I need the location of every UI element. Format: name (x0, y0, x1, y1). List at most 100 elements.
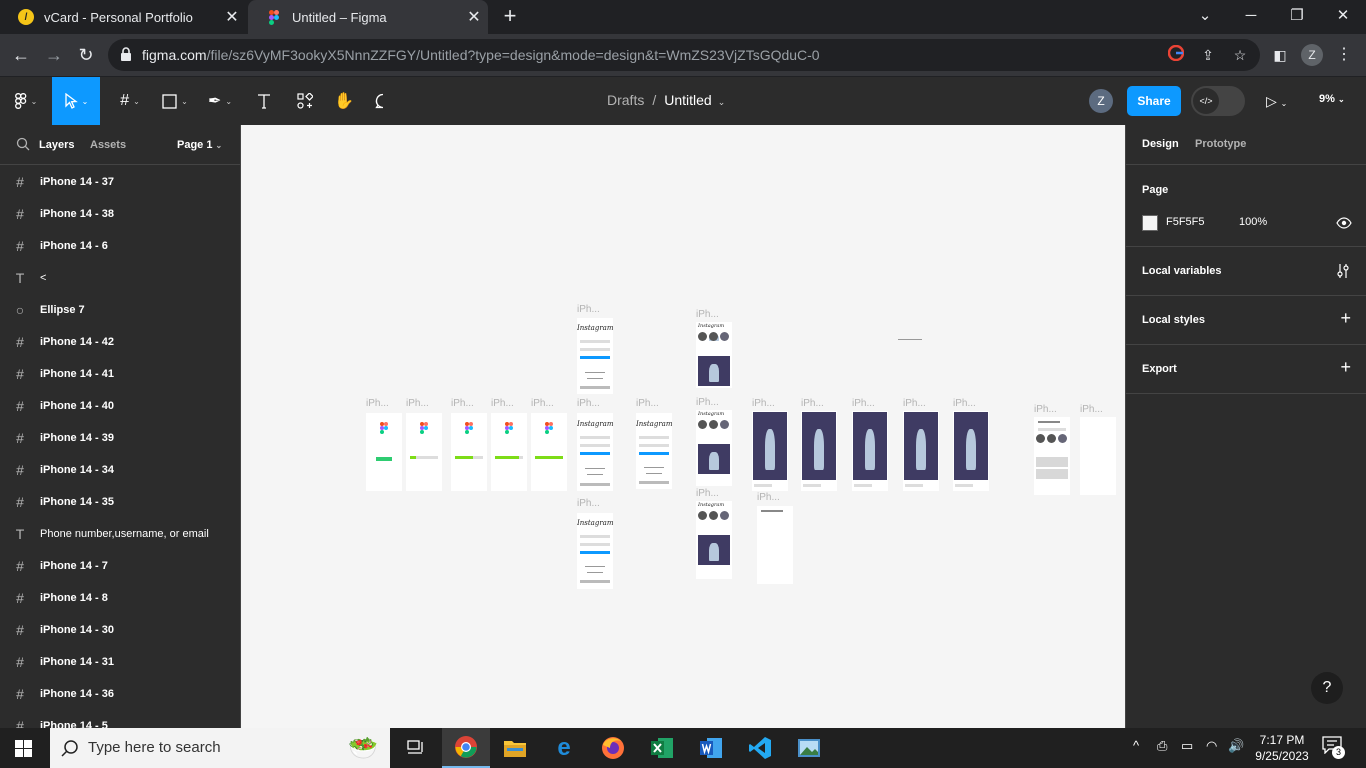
help-button[interactable]: ? (1311, 672, 1343, 704)
reel-frame[interactable] (903, 411, 939, 491)
share-button[interactable]: Share (1127, 86, 1181, 116)
forward-button[interactable]: → (39, 40, 69, 70)
tab-layers[interactable]: Layers (39, 139, 74, 151)
close-window-button[interactable]: ✕ (1320, 0, 1366, 34)
present-button[interactable]: ▷ ⌄ (1266, 89, 1302, 113)
frame-label[interactable]: iPh... (953, 398, 976, 409)
layer-row[interactable]: # iPhone 14 - 34 (0, 454, 240, 486)
browser-menu-icon[interactable]: ⋮ (1334, 44, 1354, 66)
dev-mode-toggle[interactable]: </> (1191, 86, 1245, 116)
close-tab-icon[interactable]: ✕ (218, 7, 246, 27)
search-icon[interactable] (16, 137, 30, 151)
frame-label[interactable]: iPh... (1034, 404, 1057, 415)
phone-frame[interactable] (406, 413, 442, 491)
frame-label[interactable]: iPh... (752, 398, 775, 409)
layer-row[interactable]: # iPhone 14 - 5 (0, 710, 240, 728)
tray-overflow-icon[interactable]: ^ (1133, 738, 1139, 753)
layer-row[interactable]: # iPhone 14 - 36 (0, 678, 240, 710)
move-tool-icon[interactable]: ⌄ (52, 77, 100, 125)
task-view-icon[interactable] (392, 728, 440, 768)
hand-tool-icon[interactable]: ✋ (324, 77, 364, 125)
layer-row[interactable]: # iPhone 14 - 30 (0, 614, 240, 646)
local-styles-section[interactable]: Local styles + (1126, 296, 1366, 345)
frame-label[interactable]: iPh... (903, 398, 926, 409)
browser-tab-vcard[interactable]: / vCard - Personal Portfolio ✕ (0, 0, 246, 34)
feed-frame[interactable]: Instagram (696, 322, 732, 388)
variables-settings-icon[interactable] (1335, 263, 1351, 279)
layer-row[interactable]: T Phone number,username, or email (0, 518, 240, 550)
reload-button[interactable]: ↻ (71, 40, 101, 70)
frame-tool-icon[interactable]: # ⌄ (110, 77, 150, 125)
phone-frame[interactable] (451, 413, 487, 491)
zoom-level[interactable]: 9% ⌄ (1319, 93, 1345, 105)
frame-label[interactable]: iPh... (577, 304, 600, 315)
browser-profile-avatar[interactable]: Z (1301, 44, 1323, 66)
user-avatar[interactable]: Z (1089, 89, 1113, 113)
close-tab-icon[interactable]: ✕ (460, 7, 488, 27)
start-button[interactable] (0, 728, 48, 768)
tab-assets[interactable]: Assets (90, 139, 126, 151)
layer-row[interactable]: ○ Ellipse 7 (0, 294, 240, 326)
comment-tool-icon[interactable] (363, 77, 403, 125)
eye-icon[interactable] (1336, 215, 1352, 231)
frame-label[interactable]: iPh... (801, 398, 824, 409)
phone-frame[interactable] (531, 413, 567, 491)
volume-icon[interactable]: 🔊 (1228, 738, 1244, 754)
pen-tool-icon[interactable]: ✒ ⌄ (200, 77, 240, 125)
frame-label[interactable]: iPh... (406, 398, 429, 409)
instagram-login-frame[interactable]: Instagram (577, 413, 613, 491)
figma-menu-icon[interactable]: ⌄ (6, 77, 46, 125)
layer-row[interactable]: # iPhone 14 - 41 (0, 358, 240, 390)
taskbar-search-box[interactable]: Type here to search 🥗 (50, 728, 390, 768)
firefox-icon[interactable] (589, 728, 637, 768)
browser-tab-figma[interactable]: Untitled – Figma ✕ (248, 0, 488, 34)
reel-frame[interactable] (852, 411, 888, 491)
address-bar[interactable]: figma.com/file/sz6VyMF3ookyX5NnnZZFGY/Un… (108, 39, 1260, 71)
excel-icon[interactable] (638, 728, 686, 768)
frame-label[interactable]: iPh... (757, 492, 780, 503)
layer-row[interactable]: # iPhone 14 - 40 (0, 390, 240, 422)
layer-row[interactable]: # iPhone 14 - 38 (0, 198, 240, 230)
resources-icon[interactable] (285, 77, 325, 125)
side-panel-icon[interactable]: ◧ (1270, 45, 1290, 65)
add-export-icon[interactable]: + (1340, 357, 1351, 378)
layer-row[interactable]: # iPhone 14 - 39 (0, 422, 240, 454)
page-opacity[interactable]: 100% (1239, 216, 1267, 228)
shape-tool-icon[interactable]: ⌄ (155, 77, 195, 125)
file-name[interactable]: Untitled (664, 92, 711, 108)
frame-label[interactable]: iPh... (696, 488, 719, 499)
feed-frame[interactable]: Instagram (696, 410, 732, 486)
layer-row[interactable]: # iPhone 14 - 37 (0, 166, 240, 198)
local-variables-section[interactable]: Local variables (1126, 247, 1366, 296)
photos-icon[interactable] (785, 728, 833, 768)
notification-center-icon[interactable]: 3 (1322, 736, 1346, 760)
instagram-login-frame[interactable]: Instagram (636, 413, 672, 489)
page-selector[interactable]: Page 1 ⌄ (177, 139, 222, 151)
frame-label[interactable]: iPh... (366, 398, 389, 409)
frame-label[interactable]: iPh... (1080, 404, 1103, 415)
edge-icon[interactable]: e (540, 728, 588, 768)
chrome-taskbar-icon[interactable] (442, 728, 490, 768)
wifi-icon[interactable]: ◠ (1206, 738, 1217, 754)
frame-label[interactable]: iPh... (451, 398, 474, 409)
instagram-login-frame[interactable]: Instagram (577, 318, 613, 394)
frame-label[interactable]: iPh... (491, 398, 514, 409)
phone-frame[interactable] (491, 413, 527, 491)
breadcrumb-folder[interactable]: Drafts (607, 92, 644, 108)
layer-row[interactable]: # iPhone 14 - 7 (0, 550, 240, 582)
file-explorer-icon[interactable] (491, 728, 539, 768)
layer-row[interactable]: # iPhone 14 - 35 (0, 486, 240, 518)
blank-frame[interactable] (1080, 417, 1116, 495)
layer-row[interactable]: # iPhone 14 - 31 (0, 646, 240, 678)
system-clock[interactable]: 7:17 PM 9/25/2023 (1252, 732, 1312, 764)
frame-label[interactable]: iPh... (636, 398, 659, 409)
restore-button[interactable]: ❐ (1274, 0, 1320, 34)
frame-label[interactable]: iPh... (696, 397, 719, 408)
profile-frame[interactable] (1034, 417, 1070, 495)
google-icon[interactable] (1166, 44, 1186, 65)
word-icon[interactable] (687, 728, 735, 768)
chevron-down-icon[interactable]: ⌄ (718, 97, 726, 107)
layer-row[interactable]: # iPhone 14 - 42 (0, 326, 240, 358)
vscode-icon[interactable] (736, 728, 784, 768)
back-button[interactable]: ← (6, 40, 36, 70)
